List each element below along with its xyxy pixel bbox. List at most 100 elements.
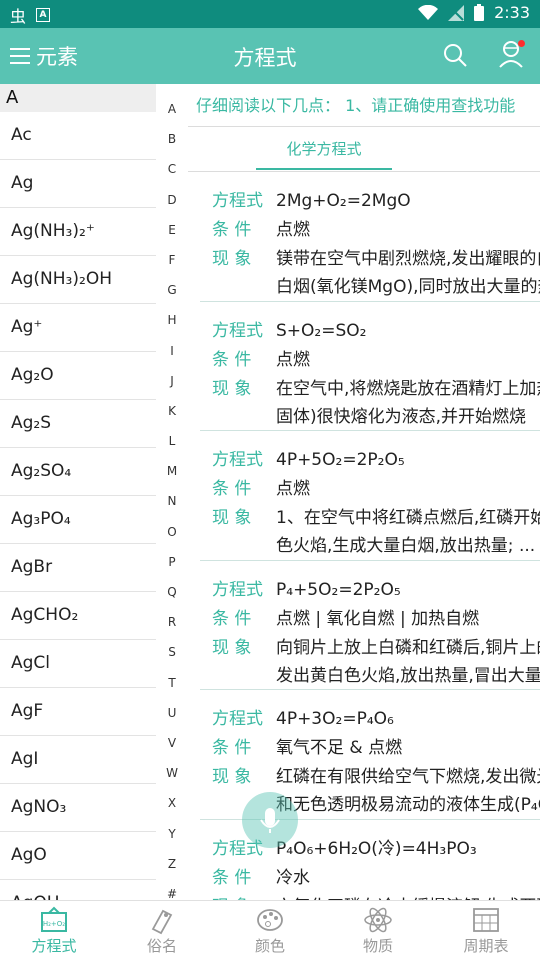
index-letter[interactable]: W [156, 758, 188, 788]
condition-text: 点燃 | 氧化自燃 | 加热自燃 [276, 608, 480, 629]
index-letter[interactable]: I [156, 336, 188, 366]
list-item[interactable]: AgI [0, 736, 156, 784]
list-item[interactable]: AgCHO₂ [0, 592, 156, 640]
equation-card[interactable]: 方程式 2Mg+O₂=2MgO 条 件 点燃现 象 镁带在空气中剧烈燃烧,发出耀眼的白光… [200, 172, 540, 302]
phenomenon-text-continued: 发出黄白色火焰,放出热量,冒出大量 [276, 665, 540, 686]
equation-card[interactable]: 方程式 S+O₂=SO₂ 条 件 点燃现 象 在空气中,将燃烧匙放在酒精灯上加热 固体)很… [200, 302, 540, 431]
index-letter[interactable]: Q [156, 577, 188, 607]
phenomenon-text: 镁带在空气中剧烈燃烧,发出耀眼的白光 [276, 249, 540, 269]
equation-label: 方程式 [212, 579, 263, 600]
atom-icon [363, 905, 393, 935]
svg-text:H₂+O₂: H₂+O₂ [43, 920, 65, 928]
equation-card[interactable]: 方程式 P₄+5O₂=2P₂O₅ 条 件 点燃 | 氧化自燃 | 加热自燃现 象 向铜片… [200, 561, 540, 690]
tab-label: 物质 [362, 937, 393, 955]
tab-label: 俗名 [146, 937, 177, 955]
index-letter[interactable]: Z [156, 849, 188, 879]
tab-palette[interactable]: 颜色 [216, 905, 324, 956]
app-bar: 元素 方程式 [0, 28, 540, 84]
condition-label: 条 件 [212, 738, 252, 758]
list-item[interactable]: Ag [0, 160, 156, 208]
notice-marquee: 仔细阅读以下几点： 1、请正确使用查找功能 [196, 96, 516, 115]
equation-label: 方程式 [212, 191, 263, 211]
equation-icon: H₂+O₂ [39, 905, 69, 935]
index-letter[interactable]: P [156, 547, 188, 577]
list-item[interactable]: AgO [0, 832, 156, 880]
phenomenon-text: 在空气中,将燃烧匙放在酒精灯上加热 [276, 378, 540, 399]
index-letter[interactable]: S [156, 637, 188, 667]
condition-label: 条 件 [212, 608, 252, 629]
tab-label: 颜色 [254, 937, 285, 955]
index-letter[interactable]: B [156, 124, 188, 154]
index-letter[interactable]: H [156, 305, 188, 335]
index-letter[interactable]: V [156, 728, 188, 758]
phenomenon-label: 现 象 [212, 637, 252, 658]
index-letter[interactable]: A [156, 94, 188, 124]
tab-equation[interactable]: H₂+O₂ 方程式 [0, 905, 108, 956]
list-item[interactable]: Ag⁺ [0, 304, 156, 352]
list-item[interactable]: Ag₂S [0, 400, 156, 448]
index-letter[interactable]: N [156, 486, 188, 516]
alphabet-index[interactable]: A B C D E F G H I J K L M N O P Q R S T U V W X Y Z # [156, 94, 188, 901]
list-item[interactable]: AgCl [0, 640, 156, 688]
equation-text: S+O₂=SO₂ [276, 320, 367, 341]
index-letter[interactable]: L [156, 426, 188, 456]
wifi-icon [418, 4, 439, 20]
microphone-icon [260, 808, 280, 833]
index-letter[interactable]: O [156, 517, 188, 547]
equation-label: 方程式 [212, 709, 263, 729]
voice-input-button[interactable] [242, 792, 298, 848]
index-letter[interactable]: T [156, 668, 188, 698]
index-letter[interactable]: K [156, 396, 188, 426]
condition-text: 点燃 [276, 220, 310, 240]
phenomenon-text-continued: 固体)很快熔化为液态,并开始燃烧 [276, 406, 527, 427]
index-letter[interactable]: U [156, 698, 188, 728]
tag-icon [147, 905, 177, 935]
condition-text: 氧气不足 & 点燃 [276, 738, 403, 758]
list-item[interactable]: Ag₃PO₄ [0, 496, 156, 544]
tab-atom[interactable]: 物质 [324, 905, 432, 956]
index-letter[interactable]: X [156, 788, 188, 818]
condition-label: 条 件 [212, 479, 252, 499]
list-item[interactable]: Ag₂O [0, 352, 156, 400]
index-letter[interactable]: C [156, 154, 188, 184]
phenomenon-text: 向铜片上放上白磷和红磷后,铜片上的 [276, 637, 540, 658]
condition-text: 点燃 [276, 349, 310, 370]
index-letter[interactable]: D [156, 185, 188, 215]
condition-text: 点燃 [276, 479, 310, 499]
equation-panel: 仔细阅读以下几点： 1、请正确使用查找功能 化学方程式 方程式 2Mg+O₂=2M… [188, 84, 540, 900]
condition-label: 条 件 [212, 349, 252, 370]
index-letter[interactable]: E [156, 215, 188, 245]
tab-label: 方程式 [31, 937, 77, 955]
tab-label: 周期表 [463, 937, 509, 955]
list-item[interactable]: Ag(NH₃)₂OH [0, 256, 156, 304]
list-item[interactable]: AgBr [0, 544, 156, 592]
index-letter[interactable]: J [156, 366, 188, 396]
notification-dot [518, 40, 525, 47]
phenomenon-label: 现 象 [212, 508, 252, 528]
equation-card[interactable]: 方程式 4P+5O₂=2P₂O₅ 条 件 点燃现 象 1、在空气中将红磷点燃后,红磷开始… [200, 431, 540, 561]
list-item[interactable]: Ac [0, 112, 156, 160]
tab-calendar-grid[interactable]: 周期表 [432, 905, 540, 956]
index-letter[interactable]: M [156, 456, 188, 486]
condition-label: 条 件 [212, 220, 252, 240]
index-letter[interactable]: R [156, 607, 188, 637]
list-item[interactable]: Ag(NH₃)₂⁺ [0, 208, 156, 256]
index-letter[interactable]: F [156, 245, 188, 275]
list-item[interactable]: AgNO₃ [0, 784, 156, 832]
phenomenon-label: 现 象 [212, 249, 252, 269]
index-letter[interactable]: Y [156, 819, 188, 849]
list-item[interactable]: AgF [0, 688, 156, 736]
signal-off-icon [448, 4, 465, 21]
tab-tag[interactable]: 俗名 [108, 905, 216, 956]
equation-text: P₄O₆+6H₂O(冷)=4H₃PO₃ [276, 838, 477, 859]
list-item[interactable]: Ag₂SO₄ [0, 448, 156, 496]
status-time: 2:33 [494, 3, 530, 22]
index-letter[interactable]: G [156, 275, 188, 305]
tab-chemical-equation[interactable]: 化学方程式 [256, 138, 392, 170]
notification-a-icon: A [36, 8, 51, 22]
condition-label: 条 件 [212, 867, 252, 888]
list-item[interactable]: AgOH [0, 880, 156, 900]
phenomenon-text-continued: 白烟(氧化镁MgO),同时放出大量的热 [276, 277, 540, 297]
search-icon[interactable] [442, 42, 468, 68]
bottom-navigation: H₂+O₂ 方程式 俗名 颜色 物质 周期表 [0, 900, 540, 961]
